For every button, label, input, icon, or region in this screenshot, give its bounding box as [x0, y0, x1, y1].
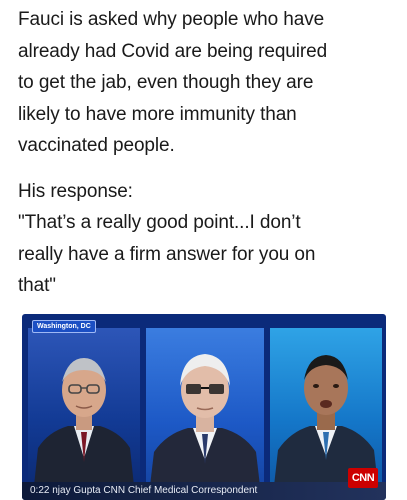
person-silhouette-left [34, 358, 134, 486]
post-line: already had Covid are being required [18, 40, 328, 62]
post-line: "That’s a really good point...I don’t [18, 212, 301, 233]
person-silhouette-middle [150, 354, 260, 486]
post-line: His response: [18, 180, 133, 202]
post-line: vaccinated people. [18, 135, 175, 156]
person-silhouette-right [274, 355, 378, 486]
lower-third-banner: 0:22 njay Gupta CNN Chief Medical Corres… [22, 482, 386, 500]
news-video[interactable]: Washington, DC CNN 0:22 njay Gupta CNN C… [22, 314, 386, 500]
post-line: to get the jab, even though they are [18, 72, 314, 93]
post-text: Fauci is asked why people who have alrea… [18, 4, 398, 302]
video-panel-right [270, 328, 382, 486]
video-panel-middle [146, 328, 264, 486]
video-panel-left [28, 328, 140, 486]
post-line: really have a firm answer for you on [18, 243, 316, 265]
post-line: that" [18, 275, 56, 296]
lower-third-text: 0:22 njay Gupta CNN Chief Medical Corres… [30, 485, 258, 496]
post-line: likely to have more immunity than [18, 103, 297, 125]
location-tag: Washington, DC [32, 320, 96, 333]
post-line: Fauci is asked why people who have [18, 9, 325, 30]
cnn-logo: CNN [348, 468, 378, 488]
